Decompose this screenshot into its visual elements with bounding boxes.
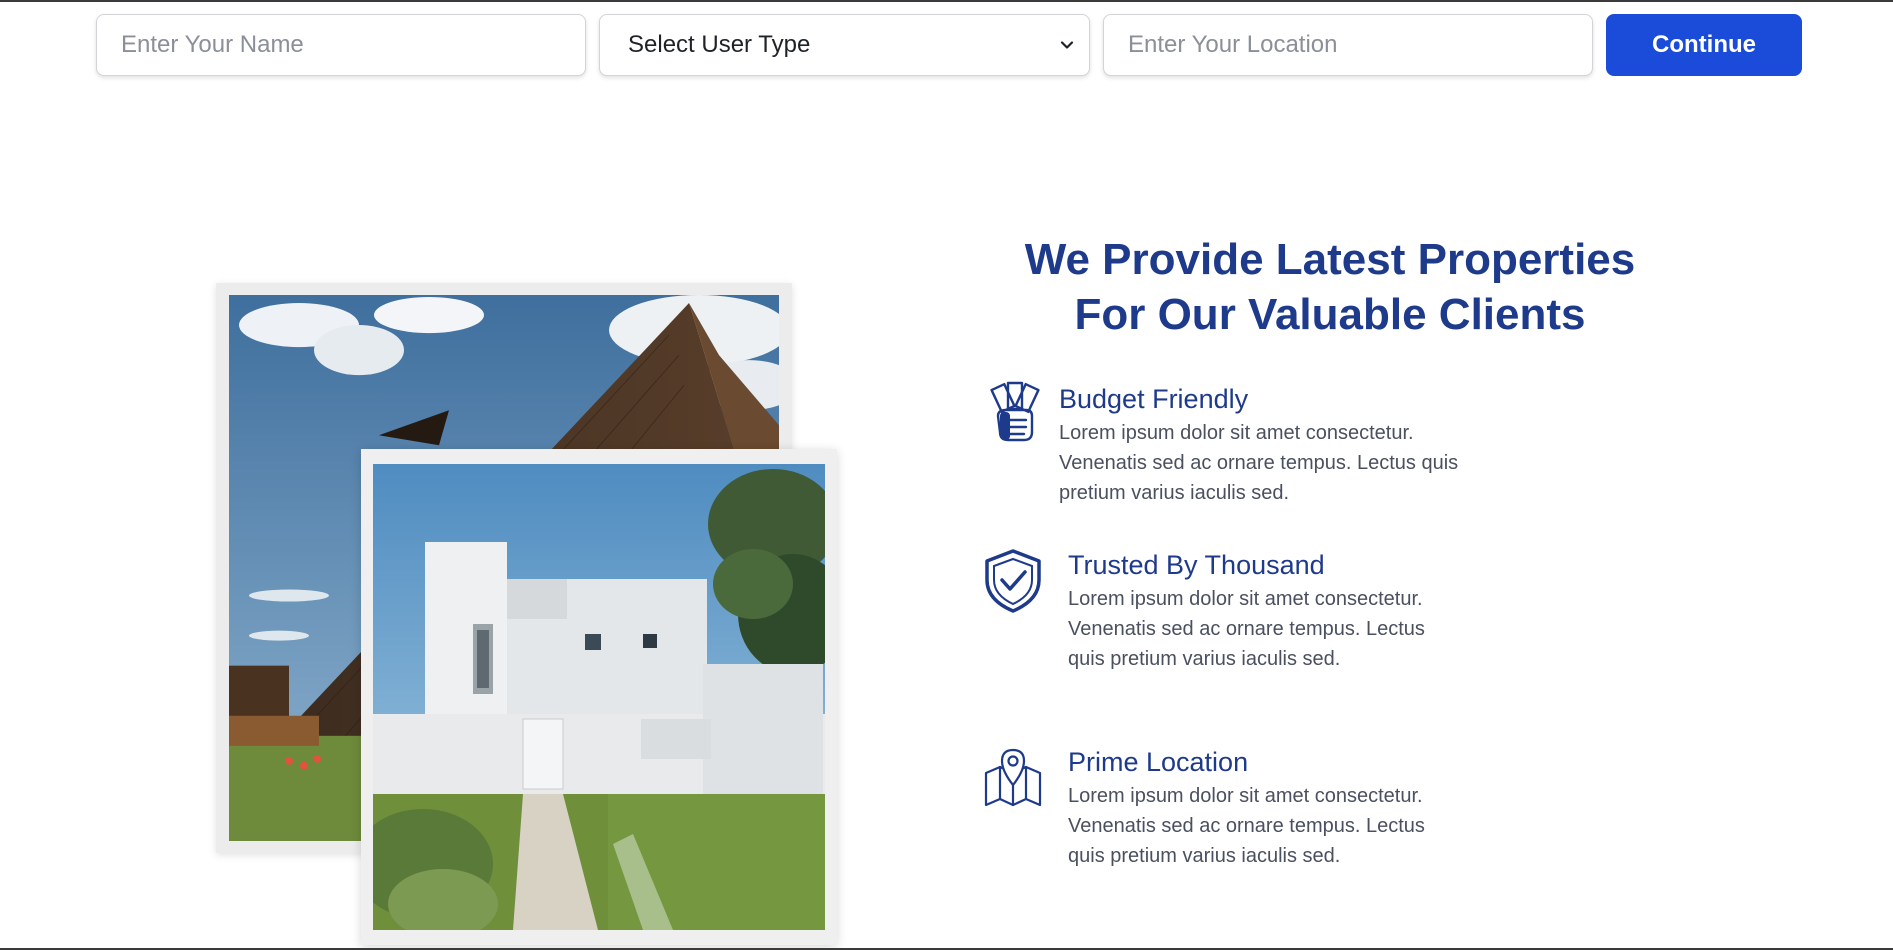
continue-button[interactable]: Continue	[1606, 14, 1802, 76]
section-heading-line-2: For Our Valuable Clients	[1074, 290, 1586, 339]
feature-title: Budget Friendly	[1059, 384, 1249, 414]
top-border	[0, 0, 1893, 2]
section-heading-line-1: We Provide Latest Properties	[1024, 235, 1636, 284]
name-input[interactable]	[96, 14, 586, 76]
location-input[interactable]	[1103, 14, 1593, 76]
map-pin-icon	[984, 748, 1042, 807]
lead-form: Select User Type Continue	[96, 14, 1802, 76]
shield-check-icon	[985, 549, 1041, 613]
feature-description: Lorem ipsum dolor sit amet consectetur. …	[1059, 422, 1459, 504]
section-heading: We Provide Latest Properties For Our Val…	[950, 232, 1710, 342]
user-type-select[interactable]: Select User Type	[599, 14, 1090, 76]
chevron-down-icon	[1060, 41, 1074, 49]
feature-description: Lorem ipsum dolor sit amet consectetur. …	[1068, 588, 1425, 670]
money-hand-icon	[990, 381, 1040, 442]
feature-title: Prime Location	[1068, 747, 1249, 777]
user-type-selected-value: Select User Type	[628, 31, 811, 58]
property-photo-modern-house	[361, 449, 837, 945]
feature-title: Trusted By Thousand	[1068, 550, 1325, 580]
feature-description: Lorem ipsum dolor sit amet consectetur. …	[1068, 785, 1425, 867]
